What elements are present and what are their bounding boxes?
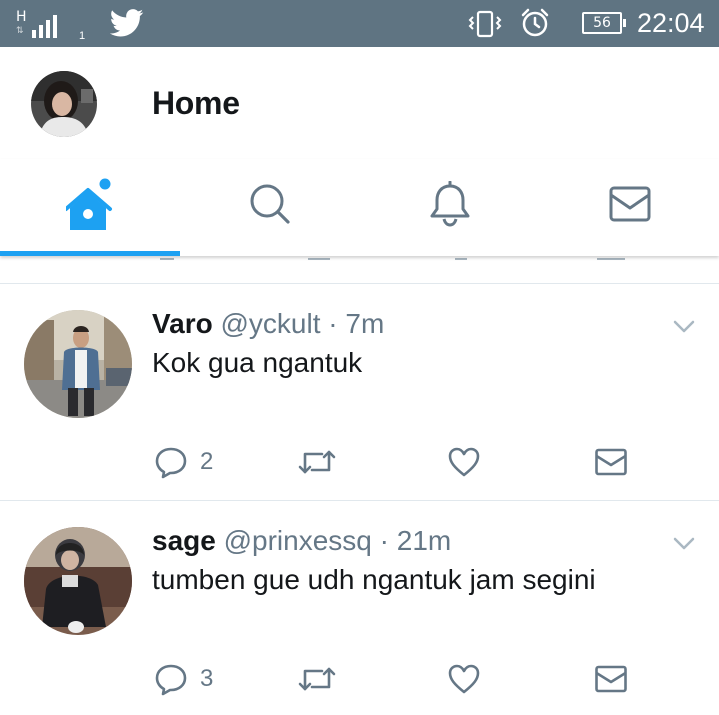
signal-icon: [32, 12, 57, 38]
reply-count: 3: [200, 665, 214, 692]
separator-dot: ·: [328, 308, 338, 339]
data-arrows-icon: ⇅: [16, 25, 24, 35]
like-button[interactable]: [447, 442, 481, 482]
retweet-icon: [308, 256, 330, 260]
tweet-text: Kok gua ngantuk: [152, 347, 363, 378]
profile-avatar[interactable]: [31, 71, 97, 137]
tab-bar: [0, 159, 719, 256]
active-tab-indicator: [0, 251, 180, 256]
reply-count: 2: [200, 448, 214, 475]
author-handle[interactable]: @prinxessq: [224, 525, 372, 556]
bell-icon: [430, 180, 470, 227]
tweet-actions: 2: [0, 442, 719, 482]
battery-icon: 56: [582, 12, 626, 34]
tweet-card[interactable]: Varo @yckult · 7m Kok gua ngantuk 2: [0, 285, 719, 501]
avatar-photo: [24, 310, 132, 418]
heart-icon: [448, 664, 480, 694]
tweet-actions: 3: [0, 659, 719, 699]
profile-photo: [31, 71, 97, 137]
clock: 22:04: [637, 8, 705, 38]
like-icon: [455, 256, 467, 260]
search-icon: [250, 184, 290, 224]
chevron-down-icon[interactable]: [672, 319, 696, 335]
avatar-photo: [24, 527, 132, 635]
reply-icon: [160, 256, 174, 260]
tweet-card[interactable]: sage @prinxessq · 21m tumben gue udh nga…: [0, 502, 719, 715]
new-tweets-badge: [99, 178, 111, 189]
mail-icon: [597, 256, 625, 260]
retweet-button[interactable]: [298, 659, 336, 699]
tab-search[interactable]: [180, 159, 360, 256]
tweet-time: 7m: [345, 308, 385, 339]
network-type-label: H: [16, 9, 27, 25]
home-icon: [66, 178, 112, 230]
like-button[interactable]: [447, 659, 481, 699]
retweet-button[interactable]: [298, 442, 336, 482]
reply-button[interactable]: 3: [154, 659, 213, 699]
sim-slot-label: 1: [79, 30, 86, 42]
chevron-down-icon[interactable]: [672, 536, 696, 552]
avatar[interactable]: [24, 527, 132, 635]
heart-icon: [448, 447, 480, 477]
direct-message-button[interactable]: [594, 659, 628, 699]
previous-tweet-partial: [0, 256, 719, 284]
page-title: Home: [152, 85, 240, 121]
tab-messages[interactable]: [540, 159, 719, 256]
app-header: Home: [0, 47, 719, 159]
tweet-time: 21m: [396, 525, 452, 556]
author-handle[interactable]: @yckult: [220, 308, 320, 339]
alarm-icon: [521, 8, 549, 37]
status-bar: H ⇅ 1 56 22:04: [0, 0, 719, 47]
tweet-text: tumben gue udh ngantuk jam segini: [152, 564, 596, 595]
tweet-header: sage @prinxessq · 21m: [152, 525, 451, 557]
vibrate-icon: [468, 10, 502, 38]
reply-icon: [155, 664, 187, 696]
separator-dot: ·: [379, 525, 389, 556]
tab-home[interactable]: [0, 159, 180, 256]
author-name[interactable]: Varo: [152, 308, 213, 339]
mail-icon: [609, 186, 651, 221]
retweet-icon: [298, 450, 336, 474]
reply-icon: [155, 447, 187, 479]
mail-icon: [595, 448, 627, 476]
retweet-icon: [298, 667, 336, 691]
tab-notifications[interactable]: [360, 159, 540, 256]
author-name[interactable]: sage: [152, 525, 216, 556]
direct-message-button[interactable]: [594, 442, 628, 482]
reply-button[interactable]: 2: [154, 442, 213, 482]
avatar[interactable]: [24, 310, 132, 418]
mail-icon: [595, 665, 627, 693]
twitter-bird-icon: [110, 9, 144, 37]
tweet-header: Varo @yckult · 7m: [152, 308, 384, 340]
battery-level: 56: [593, 15, 611, 31]
